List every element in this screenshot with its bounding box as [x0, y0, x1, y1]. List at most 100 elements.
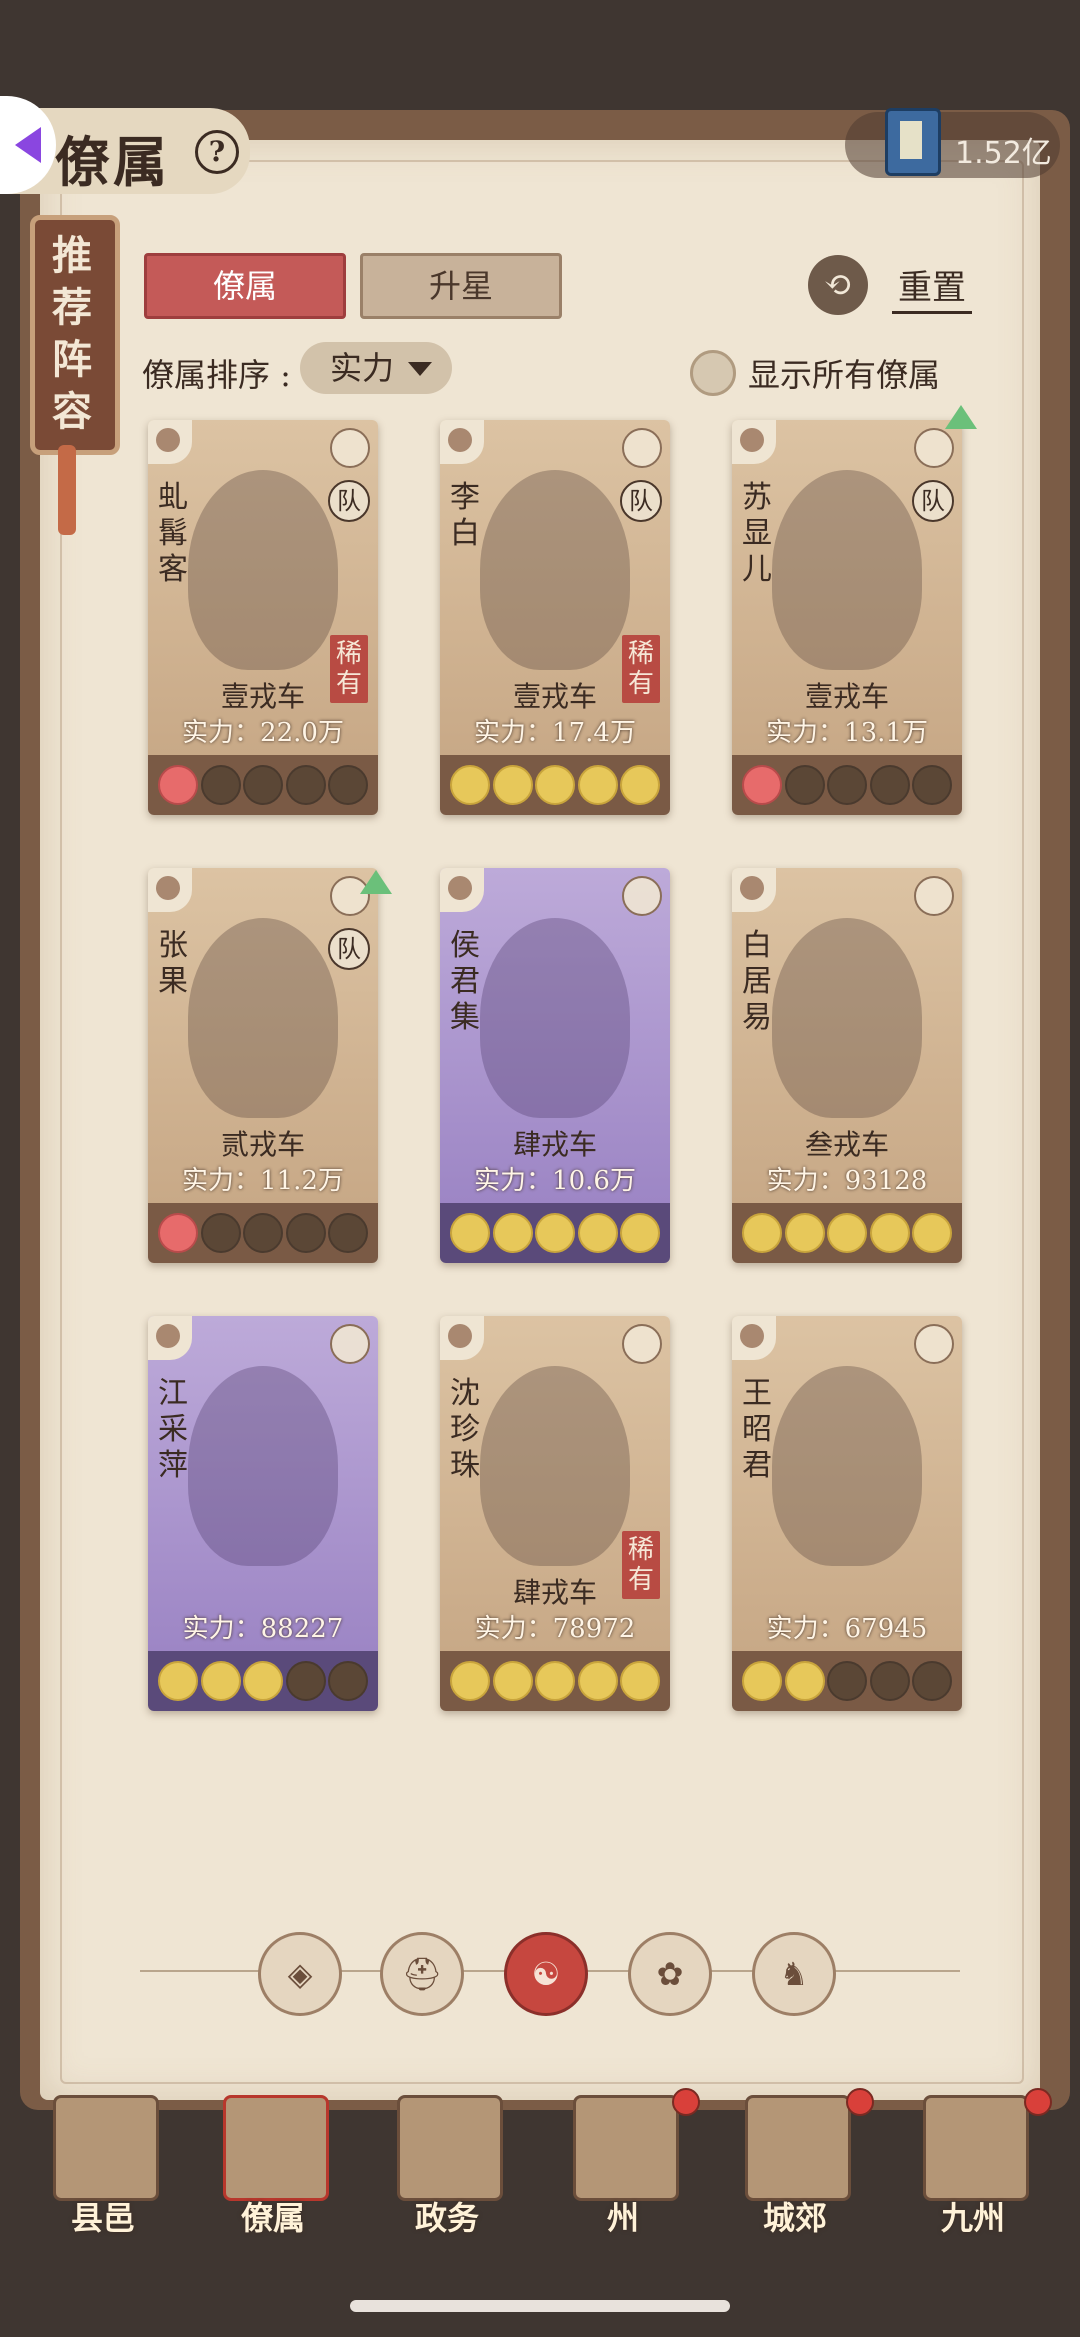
team-badge: 队 [912, 480, 954, 522]
star-row [742, 765, 952, 805]
moon-star-icon [620, 1661, 660, 1701]
star-row [158, 1213, 368, 1253]
moon-star-icon [450, 1213, 490, 1253]
card-name: 沈珍珠 [450, 1376, 480, 1483]
card-name: 虬髯客 [158, 480, 188, 587]
moon-star-icon [620, 765, 660, 805]
character-portrait [480, 1366, 630, 1566]
card-power: 实力：22.0万 [182, 718, 344, 748]
upgrade-arrow-icon [360, 870, 392, 894]
moon-star-icon [492, 765, 533, 805]
diamond-icon[interactable]: ◈ [258, 1932, 342, 2016]
show-all-label[interactable]: 显示所有僚属 [748, 350, 940, 396]
helmet-icon[interactable]: ⛑ [380, 1932, 464, 2016]
moon-star-icon [158, 1213, 198, 1253]
subordinate-card[interactable]: 虬髯客队稀有 壹戎车 实力：22.0万 [148, 420, 378, 815]
team-badge: 队 [620, 480, 662, 522]
card-power: 实力：11.2万 [182, 1166, 344, 1196]
star-row [450, 1213, 660, 1253]
nav-item[interactable]: 僚属 [198, 2095, 348, 2237]
card-name: 侯君集 [450, 928, 480, 1035]
nav-item[interactable]: 县邑 [28, 2095, 178, 2237]
subordinate-card[interactable]: 沈珍珠 稀有 肆戎车 实力：78972 [440, 1316, 670, 1711]
moon-star-icon [243, 1213, 283, 1253]
animal-icon[interactable]: ♞ [752, 1932, 836, 2016]
moon-star-icon [285, 1213, 326, 1253]
moon-star-icon [827, 1661, 867, 1701]
moon-star-icon [492, 1661, 533, 1701]
subordinate-card[interactable]: 白居易 叁戎车 实力：93128 [732, 868, 962, 1263]
moon-star-icon [869, 765, 910, 805]
character-portrait [772, 1366, 922, 1566]
subordinate-card[interactable]: 江采萍 实力：88227 [148, 1316, 378, 1711]
nav-building-icon [923, 2095, 1029, 2201]
moon-star-icon [200, 1213, 241, 1253]
character-portrait [480, 918, 630, 1118]
star-row [742, 1661, 952, 1701]
reset-button[interactable]: 重置 [892, 260, 972, 314]
class-icon [622, 876, 662, 916]
moon-star-icon [620, 1213, 660, 1253]
card-power: 实力：78972 [474, 1614, 636, 1644]
team-badge: 队 [328, 480, 370, 522]
moon-star-icon [742, 1661, 782, 1701]
nav-building-icon [223, 2095, 329, 2201]
nav-item[interactable]: 政务 [372, 2095, 522, 2237]
nav-building-icon [745, 2095, 851, 2201]
moon-star-icon [243, 1661, 283, 1701]
subordinate-card[interactable]: 王昭君 实力：67945 [732, 1316, 962, 1711]
moon-star-icon [450, 1661, 490, 1701]
character-portrait [188, 1366, 338, 1566]
card-name: 王昭君 [742, 1376, 772, 1483]
subordinate-card[interactable]: 苏显儿 队壹戎车 实力：13.1万 [732, 420, 962, 815]
moon-star-icon [784, 1213, 825, 1253]
gourd-icon [440, 868, 484, 912]
class-icon [622, 428, 662, 468]
star-row [158, 1661, 368, 1701]
moon-star-icon [158, 1661, 198, 1701]
gourd-icon [440, 420, 484, 464]
card-rank: 壹戎车 [804, 680, 889, 713]
gourd-icon [732, 420, 776, 464]
sort-dropdown[interactable]: 实力 [300, 342, 452, 394]
gourd-icon[interactable]: ☯ [504, 1932, 588, 2016]
moon-star-icon [535, 1661, 575, 1701]
moon-star-icon [784, 765, 825, 805]
moon-star-icon [827, 1213, 867, 1253]
class-icon [914, 1324, 954, 1364]
nav-item[interactable]: 城郊 [720, 2095, 870, 2237]
chevron-down-icon [408, 362, 432, 376]
moon-star-icon [158, 765, 198, 805]
moon-star-icon [450, 765, 490, 805]
moon-star-icon [577, 765, 618, 805]
nav-item[interactable]: 州 [548, 2095, 698, 2237]
team-badge: 队 [328, 928, 370, 970]
fan-icon[interactable]: ✿ [628, 1932, 712, 2016]
moon-star-icon [577, 1213, 618, 1253]
tab-star-up[interactable]: 升星 [360, 253, 562, 319]
subordinate-card[interactable]: 张果 队贰戎车实力：11.2万 [148, 868, 378, 1263]
moon-star-icon [243, 765, 283, 805]
card-name: 张果 [158, 928, 188, 999]
star-row [158, 765, 368, 805]
reset-icon[interactable]: ⟲ [808, 255, 868, 315]
class-icon [330, 1324, 370, 1364]
subordinate-card[interactable]: 侯君集 肆戎车 实力：10.6万 [440, 868, 670, 1263]
moon-star-icon [535, 1213, 575, 1253]
nav-label: 州 [606, 2199, 639, 2237]
card-rank: 贰戎车 [220, 1128, 305, 1161]
subordinate-card[interactable]: 李白队稀有 壹戎车 实力：17.4万 [440, 420, 670, 815]
card-rank: 壹戎车 [220, 680, 305, 713]
show-all-checkbox[interactable] [690, 350, 736, 396]
card-rank: 肆戎车 [512, 1576, 597, 1609]
class-icon [914, 428, 954, 468]
card-power: 实力：10.6万 [474, 1166, 636, 1196]
card-rank: 叁戎车 [804, 1128, 889, 1161]
card-rank: 壹戎车 [512, 680, 597, 713]
tab-subordinates[interactable]: 僚属 [144, 253, 346, 319]
nav-item[interactable]: 九州 [898, 2095, 1048, 2237]
help-icon[interactable]: ? [195, 130, 239, 174]
moon-star-icon [912, 765, 952, 805]
upgrade-arrow-icon [945, 405, 977, 429]
card-name: 李白 [450, 480, 480, 551]
